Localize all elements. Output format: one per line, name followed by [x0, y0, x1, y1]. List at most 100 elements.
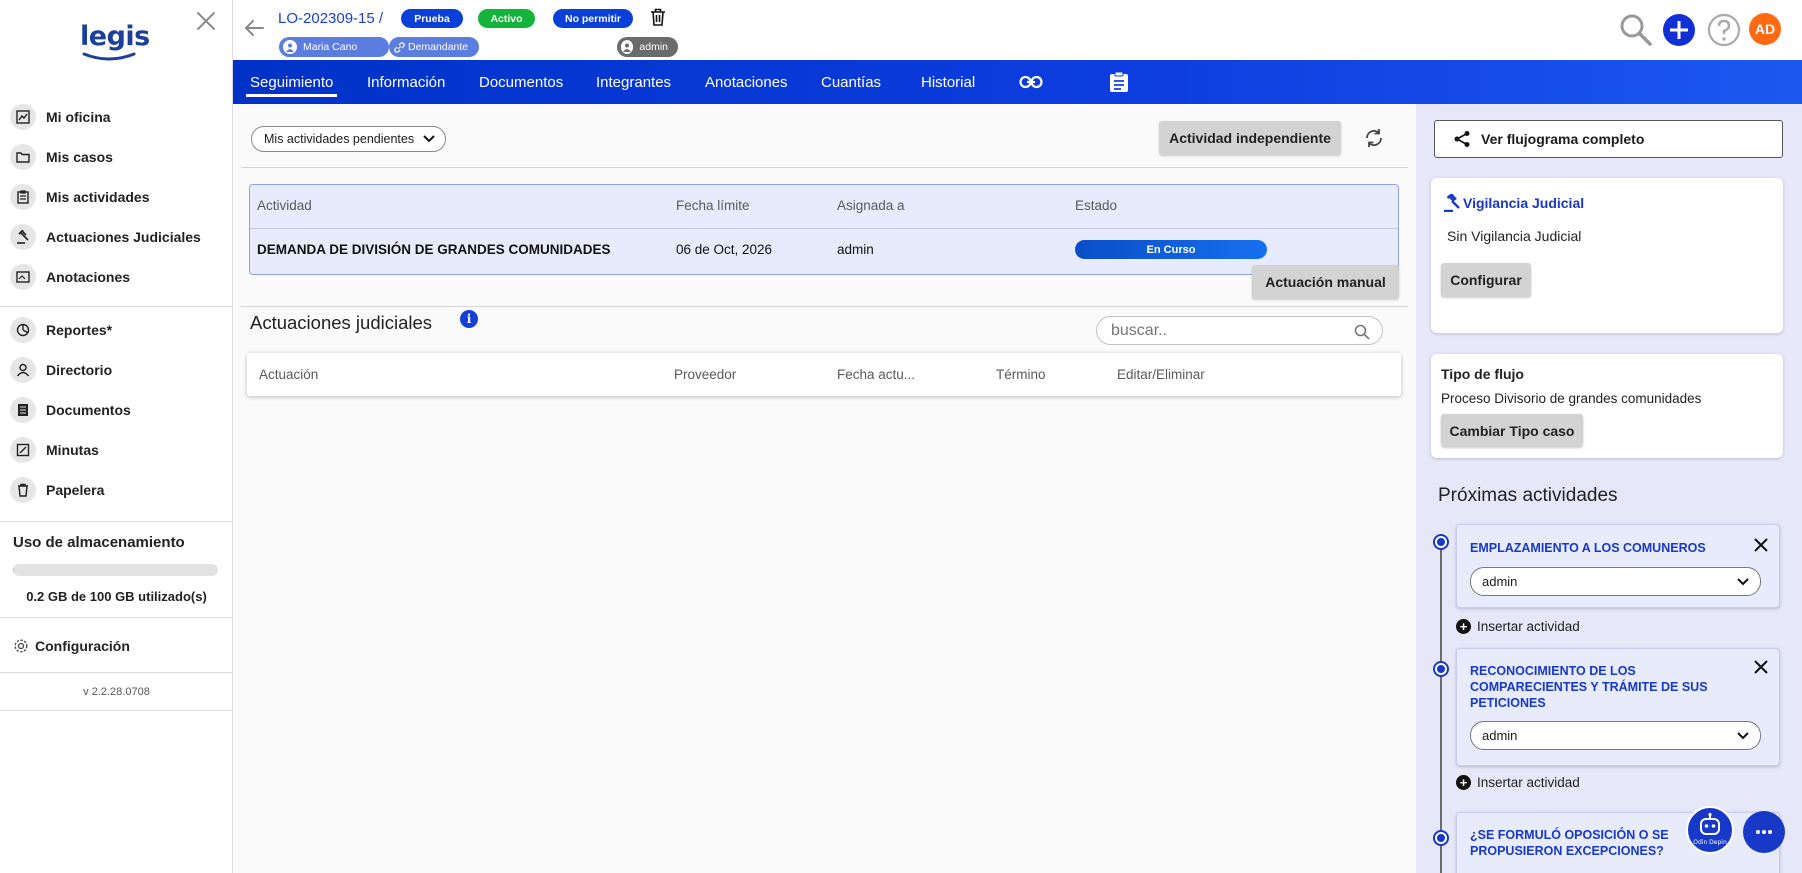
column-header[interactable]: Fecha actu...: [837, 367, 915, 382]
table-header: Actividad Fecha límite Asignada a Estado: [250, 185, 1398, 229]
sidebar-item-label: Mi oficina: [46, 109, 111, 125]
insert-activity-label: Insertar actividad: [1477, 619, 1580, 634]
timeline-line: [1440, 536, 1442, 873]
assignee-value: admin: [1482, 728, 1518, 743]
close-icon[interactable]: [1753, 537, 1769, 553]
sidebar-item-label: Minutas: [46, 442, 99, 458]
tab-anotaciones[interactable]: Anotaciones: [705, 60, 788, 104]
insert-activity-button[interactable]: + Insertar actividad: [1456, 775, 1580, 790]
next-activity-title: ¿SE FORMULÓ OPOSICIÓN O SE PROPUSIERON E…: [1470, 828, 1669, 858]
sidebar-item-label: Directorio: [46, 362, 113, 378]
chip-label: admin: [639, 41, 668, 53]
sidebar-item-actuaciones-judiciales[interactable]: Actuaciones Judiciales: [0, 217, 233, 257]
activities-filter-dropdown[interactable]: Mis actividades pendientes: [251, 126, 446, 152]
chip-label: Demandante: [408, 41, 469, 53]
assignee-select[interactable]: admin: [1470, 567, 1761, 596]
search-input[interactable]: [1111, 321, 1331, 340]
assignee-select[interactable]: admin: [1470, 721, 1761, 750]
filter-label: Mis actividades pendientes: [264, 132, 415, 146]
tab-informacion[interactable]: Información: [367, 60, 445, 104]
vigilancia-title: Vigilancia Judicial: [1463, 195, 1585, 211]
view-flowchart-button[interactable]: Ver flujograma completo: [1434, 120, 1783, 158]
column-header[interactable]: Actuación: [259, 367, 318, 382]
activity-due-date: 06 de Oct, 2026: [676, 242, 773, 257]
help-icon[interactable]: [1707, 13, 1741, 47]
legis-logo[interactable]: legis: [80, 22, 150, 62]
link-icon: [393, 40, 405, 54]
sidebar-item-minutas[interactable]: Minutas: [0, 430, 233, 470]
sidebar-item-mis-actividades[interactable]: Mis actividades: [0, 177, 233, 217]
user-avatar-icon: [621, 40, 634, 54]
chip-admin[interactable]: admin: [617, 37, 678, 57]
app-window: legis Mi oficina Mis casos Mis actividad…: [0, 0, 1802, 873]
tab-integrantes[interactable]: Integrantes: [596, 60, 671, 104]
column-header[interactable]: Proveedor: [674, 367, 736, 382]
add-icon[interactable]: [1662, 13, 1696, 47]
user-avatar[interactable]: AD: [1749, 13, 1781, 45]
folder-icon: [10, 144, 36, 170]
flow-type-card: Tipo de flujo Proceso Divisorio de grand…: [1431, 354, 1783, 458]
sidebar-item-directorio[interactable]: Directorio: [0, 350, 233, 390]
activity-name: DEMANDA DE DIVISIÓN DE GRANDES COMUNIDAD…: [257, 242, 611, 257]
edit-icon: [10, 437, 36, 463]
chevron-down-icon: [1737, 578, 1749, 586]
search-icon: [1354, 324, 1370, 340]
refresh-icon[interactable]: [1363, 127, 1385, 149]
sidebar-item-label: Actuaciones Judiciales: [46, 229, 201, 245]
column-header: Estado: [1075, 198, 1118, 213]
tab-links[interactable]: [1019, 60, 1043, 104]
insert-activity-label: Insertar actividad: [1477, 775, 1580, 790]
chat-bubble-icon: [1756, 830, 1772, 834]
sidebar-item-mi-oficina[interactable]: Mi oficina: [0, 97, 233, 137]
robot-icon: Odin Depin: [1693, 812, 1727, 846]
actuaciones-search[interactable]: [1096, 316, 1383, 345]
sidebar-item-mis-casos[interactable]: Mis casos: [0, 137, 233, 177]
tab-documentos[interactable]: Documentos: [479, 60, 563, 104]
sidebar-divider: [0, 521, 233, 522]
configure-button[interactable]: Configurar: [1441, 263, 1531, 297]
chat-button[interactable]: [1743, 811, 1785, 853]
info-icon[interactable]: i: [460, 310, 478, 328]
search-icon[interactable]: [1619, 13, 1653, 47]
trash-icon: [10, 477, 36, 503]
column-header: Editar/Eliminar: [1117, 367, 1205, 382]
flowchart-label: Ver flujograma completo: [1481, 131, 1645, 147]
sidebar-item-documentos[interactable]: Documentos: [0, 390, 233, 430]
back-arrow-icon[interactable]: [243, 16, 267, 40]
badge-no-permitir: No permitir: [553, 9, 633, 28]
manual-actuacion-button[interactable]: Actuación manual: [1252, 265, 1399, 299]
tab-historial[interactable]: Historial: [921, 60, 975, 104]
divider: [241, 306, 1408, 307]
sidebar-nav-primary: Mi oficina Mis casos Mis actividades Act…: [0, 97, 233, 297]
change-case-type-button[interactable]: Cambiar Tipo caso: [1441, 414, 1583, 447]
sidebar-item-reportes[interactable]: Reportes*: [0, 310, 233, 350]
delete-case-icon[interactable]: [650, 8, 666, 26]
tab-notes[interactable]: [1109, 60, 1129, 104]
tab-seguimiento[interactable]: Seguimiento: [245, 60, 338, 104]
close-icon[interactable]: [1753, 659, 1769, 675]
timeline-dot: [1433, 830, 1449, 846]
column-header: Asignada a: [837, 198, 905, 213]
tab-cuantias[interactable]: Cuantías: [821, 60, 881, 104]
config-link[interactable]: Configuración: [13, 638, 130, 654]
sidebar-item-anotaciones[interactable]: Anotaciones: [0, 257, 233, 297]
independent-activity-button[interactable]: Actividad independiente: [1159, 121, 1341, 155]
gavel-icon: [10, 224, 36, 250]
assistant-bot-button[interactable]: Odin Depin: [1686, 806, 1734, 854]
gavel-icon: [1444, 194, 1460, 212]
sidebar-item-label: Mis actividades: [46, 189, 150, 205]
insert-activity-button[interactable]: + Insertar actividad: [1456, 619, 1580, 634]
chip-demandante[interactable]: Demandante: [389, 37, 479, 57]
flow-type-title: Tipo de flujo: [1441, 366, 1524, 382]
column-header[interactable]: Término: [996, 367, 1046, 382]
plus-icon: +: [1456, 619, 1471, 634]
sidebar-item-label: Reportes*: [46, 322, 113, 338]
sidebar-item-label: Documentos: [46, 402, 131, 418]
chip-maria-cano[interactable]: Maria Cano: [279, 37, 389, 57]
next-activity-card: EMPLAZAMIENTO A LOS COMUNEROS admin: [1456, 524, 1780, 608]
next-activity-title: RECONOCIMIENTO DE LOS COMPARECIENTES Y T…: [1470, 664, 1708, 710]
sidebar: legis Mi oficina Mis casos Mis actividad…: [0, 0, 233, 873]
link-icon: [1019, 75, 1043, 89]
sidebar-item-papelera[interactable]: Papelera: [0, 470, 233, 510]
close-sidebar-icon[interactable]: [195, 10, 217, 32]
